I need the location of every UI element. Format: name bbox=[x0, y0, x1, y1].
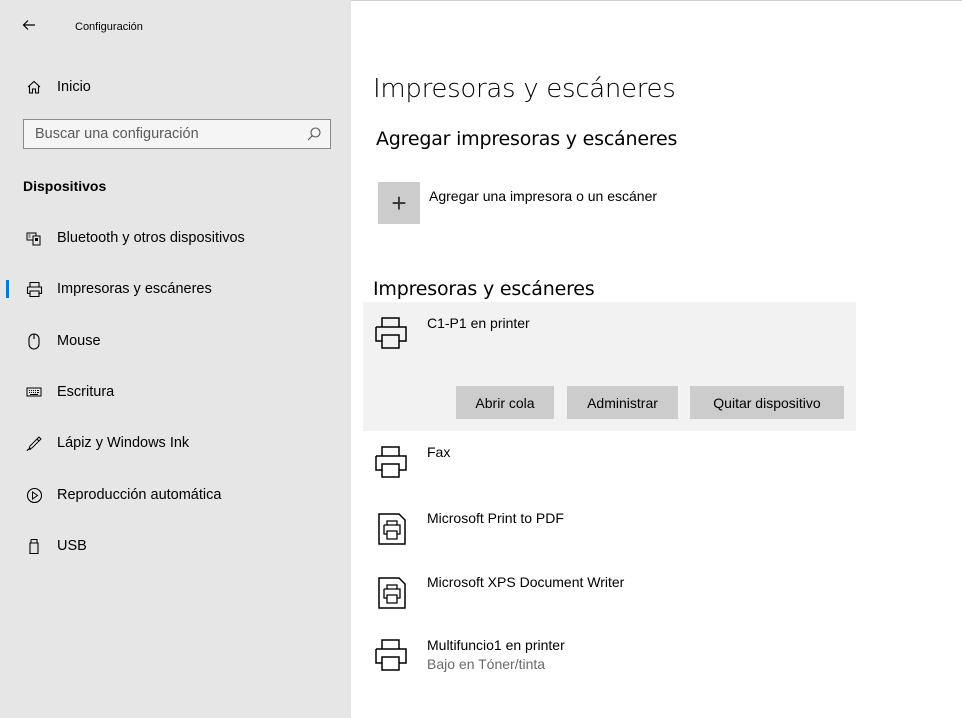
search-input[interactable]: Buscar una configuración bbox=[23, 119, 331, 149]
open-queue-button[interactable]: Abrir cola bbox=[456, 386, 554, 419]
active-indicator bbox=[6, 280, 9, 298]
sidebar-item-label: Lápiz y Windows Ink bbox=[57, 435, 190, 451]
printer-icon bbox=[373, 315, 413, 355]
printer-list-title: Impresoras y escáneres bbox=[373, 278, 595, 300]
device-name: C1-P1 en printer bbox=[427, 315, 530, 331]
back-arrow-icon bbox=[22, 20, 35, 30]
device-status: Bajo en Tóner/tinta bbox=[427, 656, 546, 672]
page-title: Impresoras y escáneres bbox=[373, 74, 676, 104]
device-name: Microsoft XPS Document Writer bbox=[427, 574, 625, 590]
back-button[interactable] bbox=[22, 18, 42, 34]
device-name: Fax bbox=[427, 444, 451, 460]
app-title: Configuración bbox=[75, 21, 143, 33]
keyboard-icon bbox=[24, 382, 44, 402]
device-name: Microsoft Print to PDF bbox=[427, 510, 564, 526]
sidebar-item-label: Mouse bbox=[57, 333, 101, 349]
document-printer-icon bbox=[377, 574, 417, 614]
sidebar-item-label: Inicio bbox=[57, 79, 91, 95]
sidebar-item-label: USB bbox=[57, 538, 87, 554]
sidebar-item-label: Reproducción automática bbox=[57, 487, 222, 503]
sidebar-item-label: Bluetooth y otros dispositivos bbox=[57, 230, 245, 246]
section-label: Dispositivos bbox=[23, 178, 107, 194]
sidebar-item-autoplay[interactable]: Reproducción automática bbox=[0, 477, 351, 513]
add-printer-label[interactable]: Agregar una impresora o un escáner bbox=[429, 188, 657, 204]
search-placeholder: Buscar una configuración bbox=[35, 126, 199, 142]
remove-device-button[interactable]: Quitar dispositivo bbox=[690, 386, 844, 419]
sidebar-item-mouse[interactable]: Mouse bbox=[0, 323, 351, 359]
device-name: Multifuncio1 en printer bbox=[427, 637, 565, 653]
main-content: Impresoras y escáneres Agregar impresora… bbox=[351, 0, 962, 718]
usb-icon bbox=[24, 536, 44, 556]
pen-icon bbox=[24, 433, 44, 453]
document-printer-icon bbox=[377, 510, 417, 550]
plus-icon: + bbox=[391, 187, 407, 218]
sidebar-item-pen[interactable]: Lápiz y Windows Ink bbox=[0, 425, 351, 461]
search-icon bbox=[306, 126, 322, 142]
printer-icon bbox=[373, 444, 413, 484]
sidebar: Configuración Inicio Buscar una configur… bbox=[0, 0, 351, 718]
autoplay-icon bbox=[24, 485, 44, 505]
mouse-icon bbox=[24, 331, 44, 351]
printer-icon bbox=[373, 637, 413, 677]
sidebar-item-label: Escritura bbox=[57, 384, 115, 400]
add-printer-button[interactable]: + bbox=[378, 182, 420, 224]
manage-button[interactable]: Administrar bbox=[567, 386, 678, 419]
sidebar-item-bluetooth[interactable]: Bluetooth y otros dispositivos bbox=[0, 220, 351, 256]
bluetooth-devices-icon bbox=[24, 228, 44, 248]
printer-icon bbox=[24, 279, 44, 299]
sidebar-item-usb[interactable]: USB bbox=[0, 528, 351, 564]
sidebar-item-printers[interactable]: Impresoras y escáneres bbox=[0, 271, 351, 307]
sidebar-item-label: Impresoras y escáneres bbox=[57, 281, 212, 297]
add-section-title: Agregar impresoras y escáneres bbox=[376, 128, 678, 150]
home-icon bbox=[24, 77, 44, 97]
sidebar-item-home[interactable]: Inicio bbox=[0, 69, 351, 105]
sidebar-item-typing[interactable]: Escritura bbox=[0, 374, 351, 410]
